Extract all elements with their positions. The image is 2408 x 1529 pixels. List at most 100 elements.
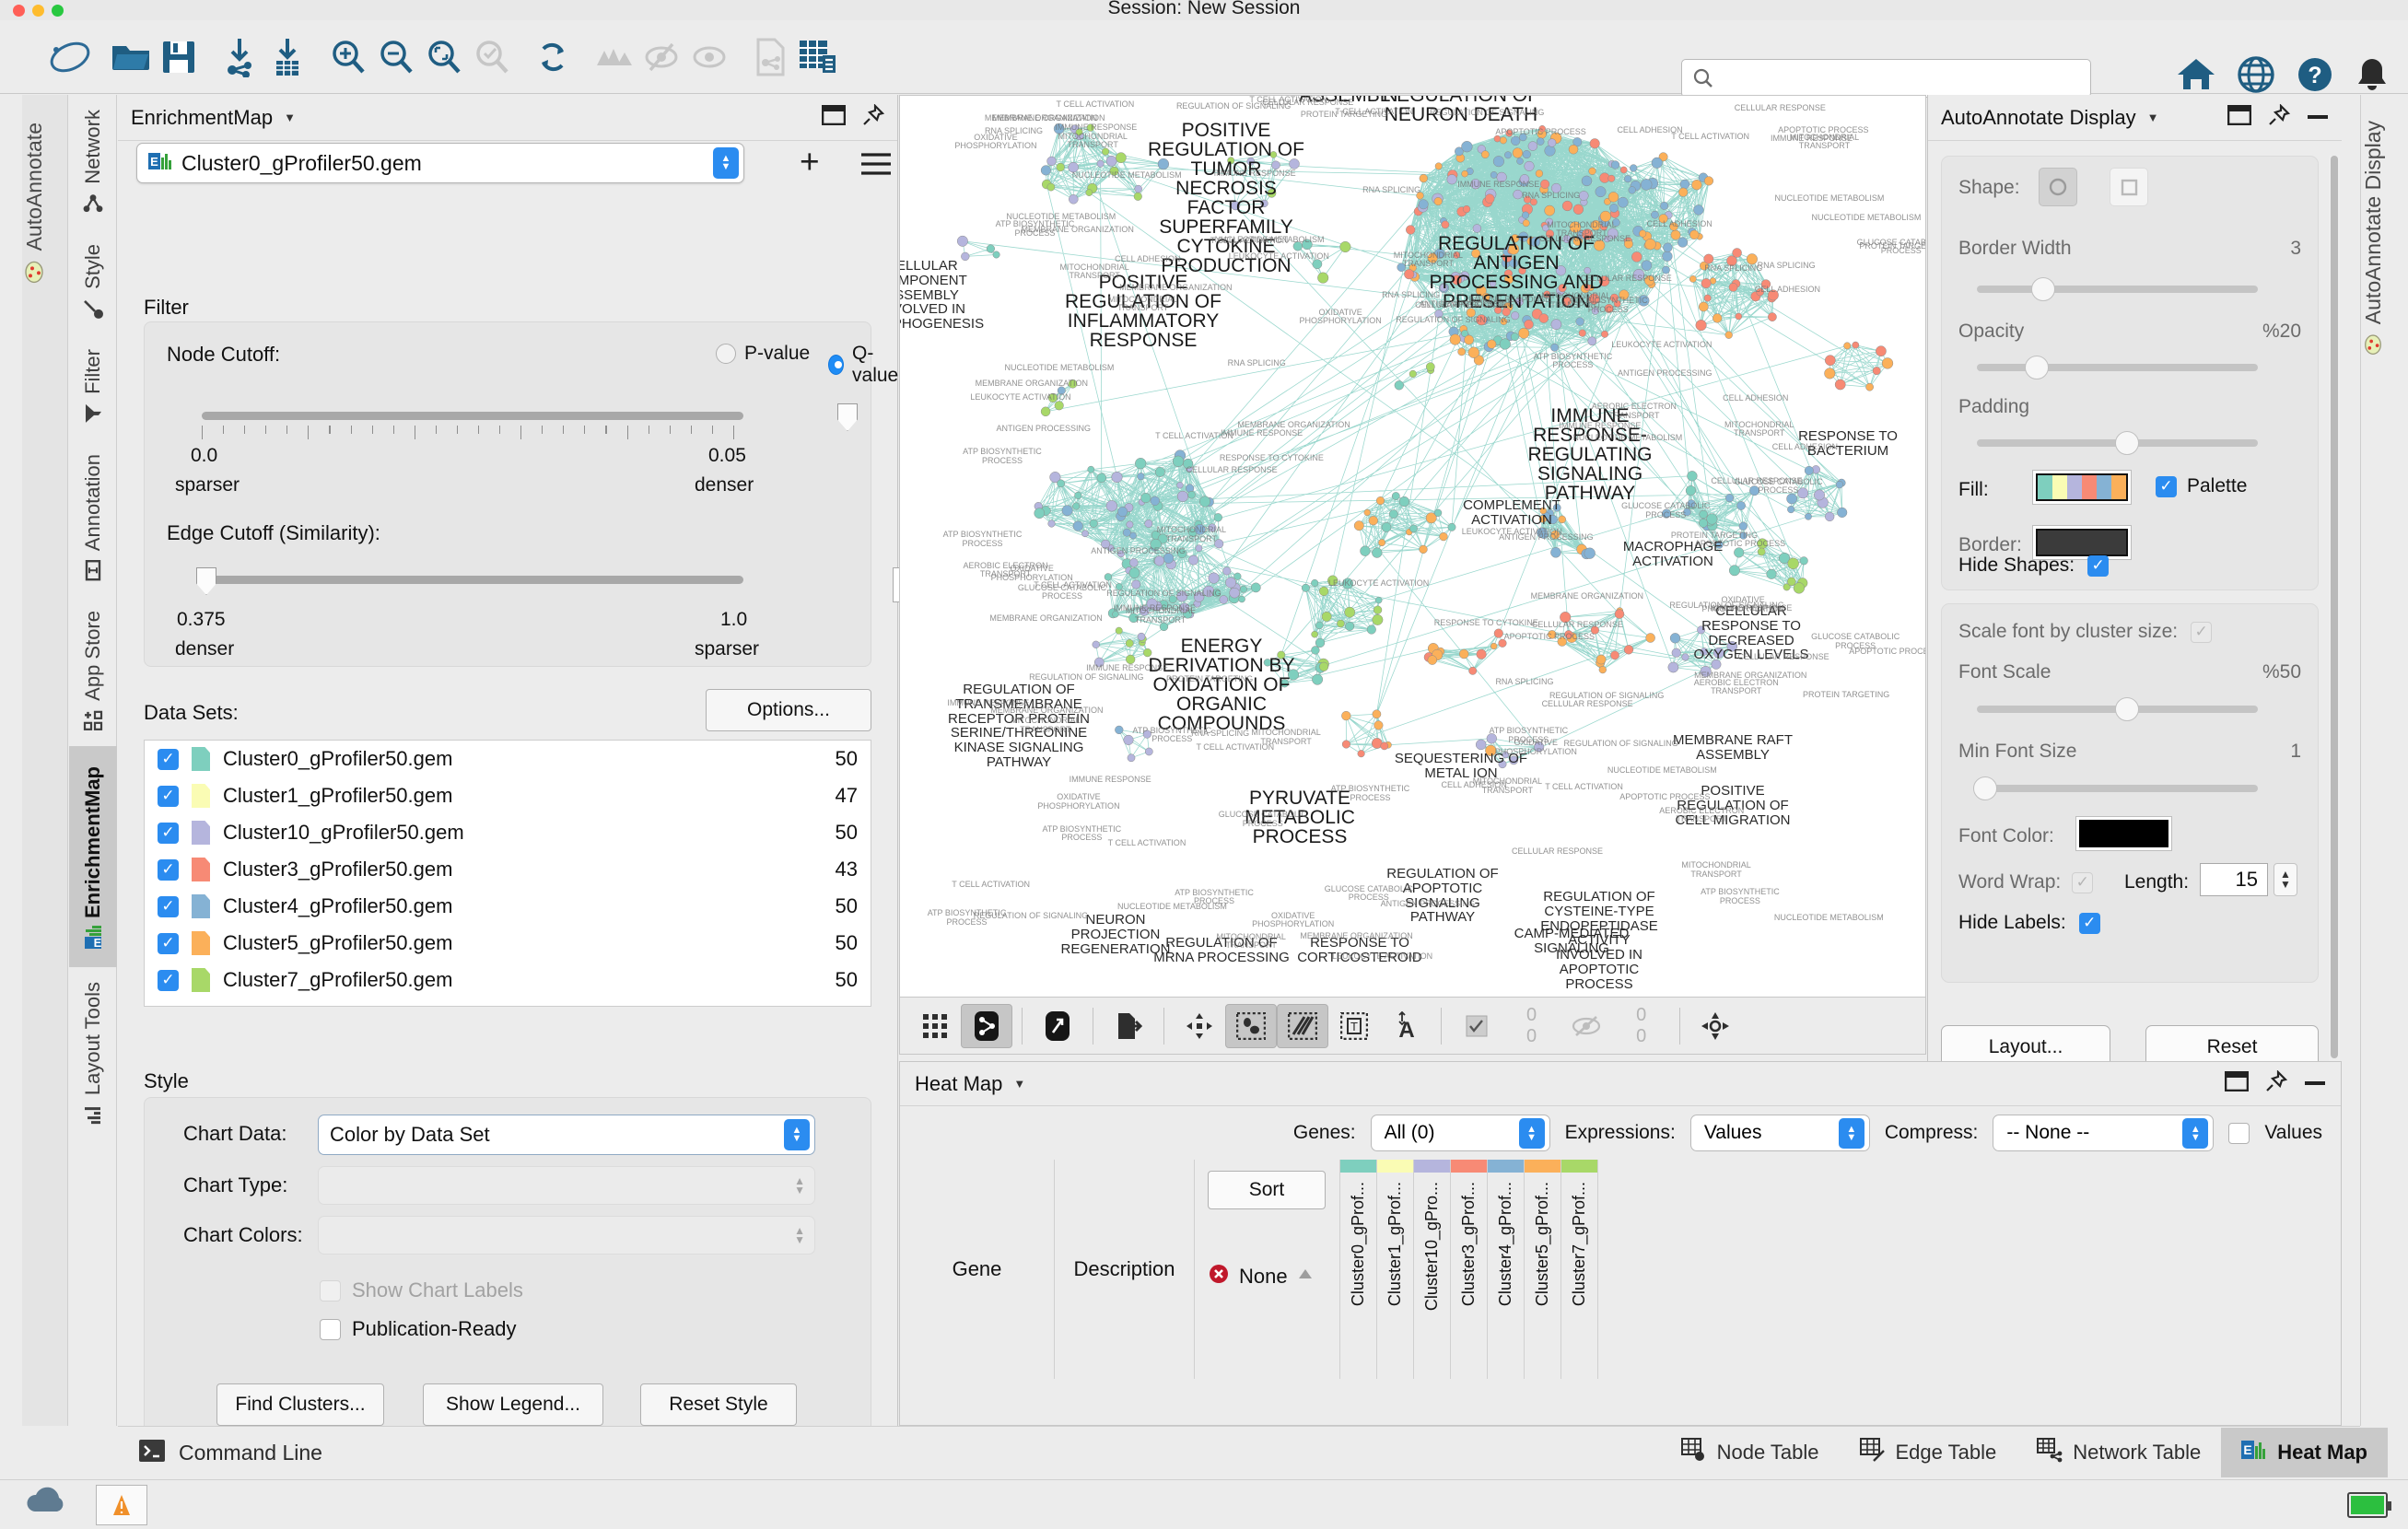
dataset-checkbox[interactable]: ✓ <box>158 822 179 844</box>
sort-value-row[interactable]: None <box>1208 1263 1314 1290</box>
import-table-icon[interactable] <box>263 33 311 81</box>
publication-ready-checkbox[interactable] <box>320 1318 341 1340</box>
chevron-updown-icon[interactable]: ▲ ▼ <box>784 1119 810 1150</box>
zoom-fit-icon[interactable] <box>420 33 468 81</box>
tab-heat-map[interactable]: E Heat Map <box>2221 1428 2388 1477</box>
export-table-icon[interactable] <box>794 33 842 81</box>
search-input[interactable] <box>1721 68 2071 88</box>
tab-node-table[interactable]: Node Table <box>1661 1428 1840 1477</box>
datasets-options-button[interactable]: Options... <box>706 689 871 731</box>
zoom-out-icon[interactable] <box>372 33 420 81</box>
dataset-checkbox[interactable]: ✓ <box>158 858 179 881</box>
length-stepper[interactable]: ▲ ▼ <box>2274 863 2297 896</box>
dataset-checkbox[interactable]: ✓ <box>158 969 179 991</box>
search-box[interactable] <box>1681 59 2091 98</box>
opacity-slider-knob[interactable] <box>2025 356 2049 379</box>
heatmap-dataset-column[interactable]: Cluster3_gProf... <box>1451 1160 1488 1379</box>
minimize-panel-icon[interactable] <box>2307 110 2329 126</box>
min-font-slider-knob[interactable] <box>1973 776 1997 800</box>
dataset-row[interactable]: ✓ Cluster10_gProfiler50.gem 50 <box>145 814 871 851</box>
chevron-updown-icon[interactable]: ▲ ▼ <box>1838 1118 1864 1149</box>
enrichmentmap-menu-button[interactable] <box>859 152 893 181</box>
chart-data-select[interactable]: Color by Data Set ▲ ▼ <box>318 1115 815 1155</box>
border-width-slider-track[interactable] <box>1977 286 2258 293</box>
hide-shapes-checkbox[interactable]: ✓ <box>2087 554 2110 577</box>
tab-network-table[interactable]: Network Table <box>2016 1428 2221 1477</box>
float-panel-icon[interactable] <box>2224 1070 2250 1096</box>
datasets-list[interactable]: ✓ Cluster0_gProfiler50.gem 50 ✓ Cluster1_gPr… <box>144 740 871 1007</box>
sidebar-item-app-store[interactable]: App Store <box>69 596 117 746</box>
sidebar-item-autoannotate[interactable]: AutoAnnotate <box>22 111 47 295</box>
select-nodes-icon[interactable] <box>1225 1003 1277 1048</box>
dataset-row[interactable]: ✓ Cluster1_gProfiler50.gem 47 <box>145 777 871 814</box>
font-color-swatch[interactable] <box>2075 816 2172 851</box>
notifications-bell-icon[interactable] <box>2355 55 2390 99</box>
toggle-check-icon[interactable] <box>1451 1004 1502 1048</box>
shape-rectangle-button[interactable] <box>2110 168 2148 206</box>
heatmap-col-description[interactable]: Description <box>1055 1160 1195 1379</box>
node-cutoff-slider-track[interactable] <box>202 412 743 420</box>
publication-ready-row[interactable]: Publication-Ready <box>320 1317 517 1341</box>
node-cutoff-slider-knob[interactable] <box>837 403 858 431</box>
pin-panel-icon[interactable] <box>862 103 885 131</box>
pvalue-radio-button[interactable] <box>716 344 736 364</box>
chart-colors-select[interactable]: ▲ ▼ <box>318 1216 815 1255</box>
home-icon[interactable] <box>2176 55 2216 99</box>
select-labels-icon[interactable]: T <box>1328 1004 1380 1048</box>
hide-labels-row[interactable]: Hide Labels: ✓ <box>1958 912 2100 934</box>
grid-layout-icon[interactable] <box>909 1004 961 1048</box>
compress-select[interactable]: -- None -- ▲ ▼ <box>1993 1115 2215 1151</box>
add-enrichmentmap-button[interactable]: + <box>800 143 820 181</box>
shape-ellipse-button[interactable] <box>2039 168 2077 206</box>
font-scale-slider-knob[interactable] <box>2115 697 2139 721</box>
opacity-slider-track[interactable] <box>1977 364 2258 371</box>
genes-select[interactable]: All (0) ▲ ▼ <box>1370 1115 1550 1151</box>
pvalue-radio[interactable]: P-value <box>716 343 810 365</box>
dataset-checkbox[interactable]: ✓ <box>158 748 179 770</box>
find-clusters-button[interactable]: Find Clusters... <box>216 1383 384 1426</box>
heatmap-dataset-column[interactable]: Cluster5_gProf... <box>1525 1160 1561 1379</box>
dataset-row[interactable]: ✓ Cluster0_gProfiler50.gem 50 <box>145 741 871 777</box>
sidebar-item-enrichmentmap[interactable]: E EnrichmentMap <box>68 745 117 967</box>
palette-checkbox-row[interactable]: ✓ Palette <box>2156 475 2247 497</box>
show-legend-button[interactable]: Show Legend... <box>423 1383 603 1426</box>
heatmap-dataset-column[interactable]: Cluster1_gProf... <box>1377 1160 1414 1379</box>
qvalue-radio[interactable]: Q-value <box>828 343 903 387</box>
heatmap-dataset-column[interactable]: Cluster7_gProf... <box>1561 1160 1598 1379</box>
minimize-panel-icon[interactable] <box>2304 1076 2326 1092</box>
warning-indicator[interactable] <box>96 1484 147 1525</box>
length-input[interactable]: 15 <box>2200 863 2268 896</box>
dataset-checkbox[interactable]: ✓ <box>158 932 179 954</box>
dataset-row[interactable]: ✓ Cluster5_gProfiler50.gem 50 <box>145 925 871 962</box>
pin-panel-icon[interactable] <box>2265 1069 2288 1097</box>
export-network-icon[interactable] <box>1103 1004 1154 1048</box>
dataset-checkbox[interactable]: ✓ <box>158 895 179 917</box>
chevron-updown-icon[interactable]: ▲ ▼ <box>1518 1118 1545 1149</box>
hide-shapes-row[interactable]: Hide Shapes: ✓ <box>1958 554 2110 577</box>
chevron-updown-icon[interactable]: ▲ ▼ <box>2182 1118 2209 1149</box>
annotation-text-icon[interactable]: A <box>1380 1004 1432 1048</box>
min-font-slider-track[interactable] <box>1977 785 2258 792</box>
expressions-select[interactable]: Values ▲ ▼ <box>1689 1115 1870 1151</box>
heatmap-col-gene[interactable]: Gene <box>900 1160 1055 1379</box>
pin-panel-icon[interactable] <box>2268 103 2291 131</box>
chevron-down-icon[interactable]: ▼ <box>284 111 296 124</box>
sort-button[interactable]: Sort <box>1208 1171 1326 1209</box>
float-panel-icon[interactable] <box>2227 104 2252 130</box>
help-icon[interactable]: ? <box>2296 55 2334 99</box>
dataset-row[interactable]: ✓ Cluster3_gProfiler50.gem 43 <box>145 851 871 888</box>
dataset-row[interactable]: ✓ Cluster7_gProfiler50.gem 50 <box>145 962 871 998</box>
dataset-row[interactable]: ✓ Cluster4_gProfiler50.gem 50 <box>145 888 871 925</box>
palette-checkbox[interactable]: ✓ <box>2156 475 2177 497</box>
cloud-icon[interactable] <box>20 1484 76 1525</box>
heatmap-dataset-column[interactable]: Cluster4_gProf... <box>1488 1160 1525 1379</box>
edge-cutoff-slider-track[interactable] <box>202 576 743 584</box>
chevron-down-icon[interactable]: ▼ <box>1013 1077 1025 1091</box>
dataset-checkbox[interactable]: ✓ <box>158 785 179 807</box>
padding-slider-knob[interactable] <box>2115 431 2139 455</box>
network-canvas[interactable]: CHAPERONE-MEDIATED PROTEIN COMPLEX ASSEM… <box>899 95 1926 998</box>
fit-content-icon[interactable] <box>1174 1004 1225 1048</box>
open-folder-icon[interactable] <box>107 33 155 81</box>
fill-palette-swatch[interactable] <box>2032 470 2132 505</box>
sidebar-item-autoannotate-display[interactable]: AutoAnnotate Display <box>2361 110 2386 367</box>
